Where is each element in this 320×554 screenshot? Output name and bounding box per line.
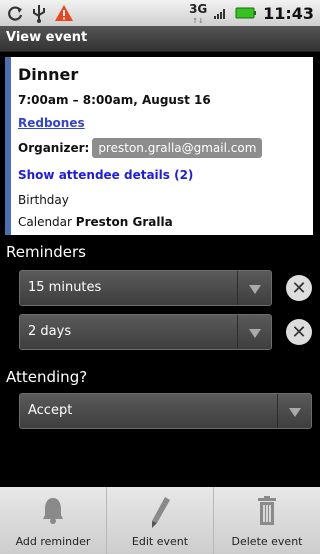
status-clock: 11:43 <box>263 3 314 23</box>
event-time: 7:00am – 8:00am, August 16 <box>18 93 211 107</box>
organizer-label: Organizer: <box>18 141 90 155</box>
event-organizer: Organizer: preston.gralla@gmail.com <box>18 138 263 158</box>
status-icons-left <box>6 3 74 23</box>
event-title: Dinner <box>18 65 79 84</box>
title-bar: View event <box>0 26 320 52</box>
page-title: View event <box>6 30 88 45</box>
edit-event-label: Edit event <box>131 535 189 548</box>
trash-icon <box>256 495 278 531</box>
network-type-label: 3G <box>189 2 208 16</box>
status-icons-right: 3G ↑↓ 11:43 <box>189 2 314 25</box>
reminders-label: Reminders <box>6 243 86 261</box>
attending-value: Accept <box>28 403 73 418</box>
calendar-label: Calendar <box>18 215 72 229</box>
warning-icon <box>54 4 74 22</box>
organizer-email-chip[interactable]: preston.gralla@gmail.com <box>92 138 263 158</box>
reminder-spinner-1[interactable]: 15 minutes <box>19 270 272 306</box>
add-reminder-button[interactable]: Add reminder <box>0 487 107 554</box>
pencil-icon <box>147 495 173 533</box>
attending-spinner[interactable]: Accept <box>19 393 312 429</box>
reminder-spinner-2[interactable]: 2 days <box>19 314 272 350</box>
show-attendees-link[interactable]: Show attendee details (2) <box>18 168 193 182</box>
event-details-card: Dinner 7:00am – 8:00am, August 16 Redbon… <box>5 57 313 235</box>
data-activity-icon: ↑↓ <box>192 17 204 25</box>
usb-icon <box>32 3 46 23</box>
calendar-name: Preston Gralla <box>75 215 173 229</box>
signal-icon <box>213 6 229 20</box>
reminder-value-1: 15 minutes <box>28 280 102 295</box>
bottom-toolbar: Add reminder Edit event Delete event <box>0 487 320 554</box>
dropdown-arrow-icon <box>237 315 271 349</box>
edit-event-button[interactable]: Edit event <box>107 487 214 554</box>
close-icon: ✕ <box>291 277 307 299</box>
remove-reminder-2-button[interactable]: ✕ <box>286 319 312 345</box>
remove-reminder-1-button[interactable]: ✕ <box>286 275 312 301</box>
add-reminder-label: Add reminder <box>15 535 91 548</box>
dropdown-arrow-icon <box>237 271 271 305</box>
sync-icon <box>6 4 24 22</box>
close-icon: ✕ <box>291 321 307 343</box>
dropdown-arrow-icon <box>277 394 311 428</box>
status-bar: 3G ↑↓ 11:43 <box>0 0 320 26</box>
reminder-value-2: 2 days <box>28 324 72 339</box>
event-calendar: Calendar Preston Gralla <box>18 215 173 229</box>
attending-label: Attending? <box>6 368 88 386</box>
delete-event-button[interactable]: Delete event <box>214 487 320 554</box>
delete-event-label: Delete event <box>231 535 303 548</box>
event-description: Birthday <box>18 193 69 207</box>
battery-icon <box>235 7 257 19</box>
network-type-indicator: 3G ↑↓ <box>189 2 208 25</box>
event-location-link[interactable]: Redbones <box>18 116 85 130</box>
bell-icon <box>40 495 66 529</box>
